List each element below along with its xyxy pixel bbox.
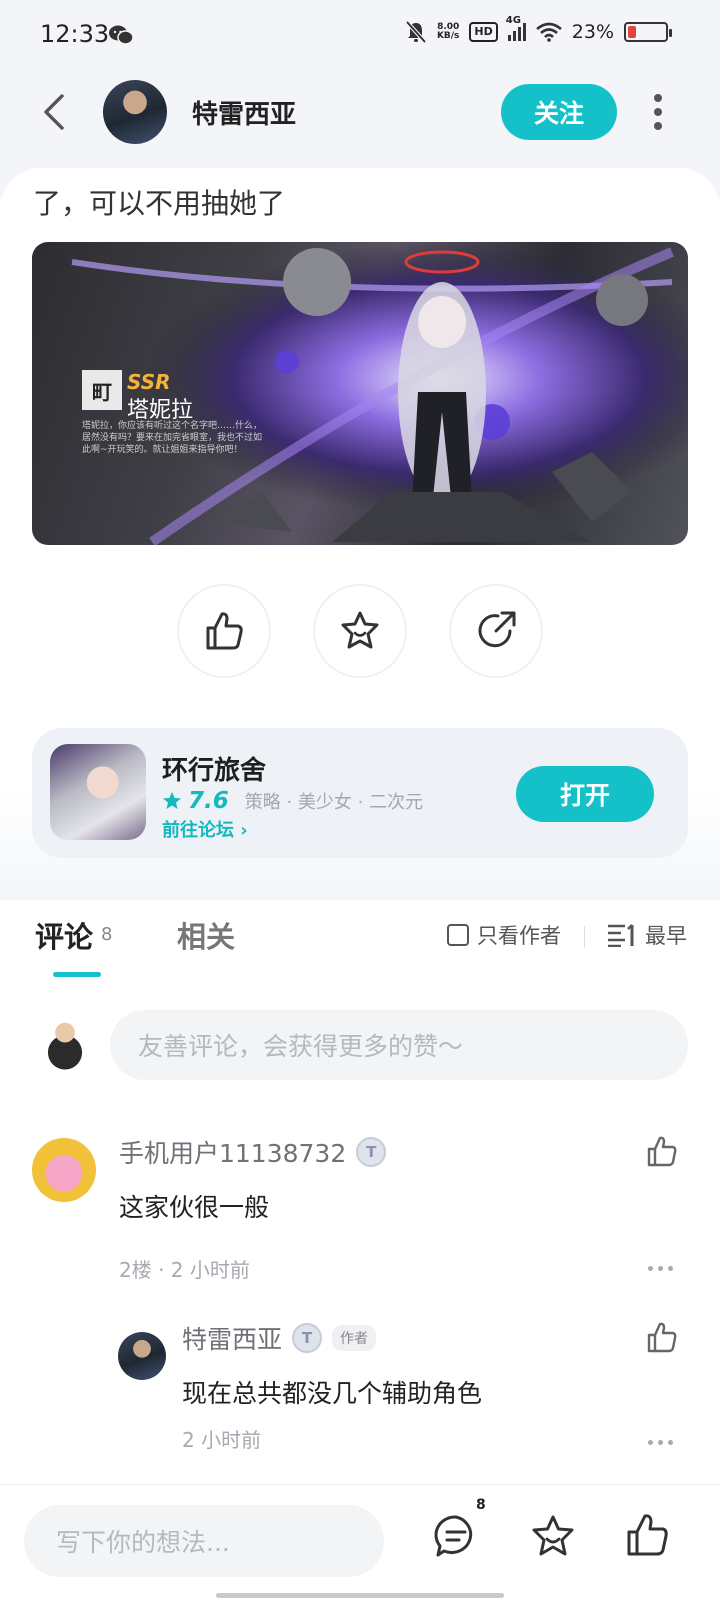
reply-like-icon[interactable] — [645, 1320, 679, 1354]
comment-count: 8 — [101, 924, 113, 945]
sort-icon — [608, 924, 634, 947]
game-score: 7.6 — [188, 788, 229, 814]
reply-avatar[interactable] — [118, 1332, 166, 1380]
share-icon — [478, 611, 516, 648]
home-indicator[interactable] — [216, 1593, 504, 1598]
level-badge-icon: T — [356, 1137, 387, 1167]
bottom-comment-input[interactable]: 写下你的想法... — [24, 1505, 384, 1577]
status-bar: 12:33 8.00 KB/s HD 4G 23% — [0, 0, 720, 72]
signal-label: 4G — [505, 15, 521, 26]
comment-input[interactable]: 友善评论，会获得更多的赞～ — [110, 1010, 688, 1080]
comments-section: 评论 8 相关 只看作者 最早 友善评论，会获得更多的赞～ 手机用户111387… — [0, 900, 720, 1484]
sort-button[interactable]: 最早 — [607, 920, 687, 950]
forum-link[interactable]: 前往论坛 › — [162, 816, 248, 842]
bottom-comment-count: 8 — [476, 1497, 486, 1513]
status-icons: 8.00 KB/s HD 4G 23% — [405, 15, 672, 44]
rating-star-icon — [163, 792, 181, 809]
commenter-name[interactable]: 手机用户11138732 — [119, 1134, 346, 1170]
back-arrow-icon[interactable] — [38, 90, 72, 134]
author-avatar[interactable] — [103, 80, 167, 144]
battery-fill — [628, 26, 636, 38]
net-speed-unit: KB/s — [436, 31, 460, 41]
divider — [584, 926, 585, 948]
rarity-label: SSR — [127, 370, 171, 394]
comment-text[interactable]: 这家伙很一般 — [119, 1188, 269, 1224]
character-description: 塔妮拉，你应该有听过这个名字吧……什么，居然没有吗？要来在加完省眼室，我也不过如… — [82, 421, 263, 455]
level-badge-icon: T — [292, 1323, 323, 1353]
favorite-button[interactable] — [313, 584, 407, 678]
chevron-right-icon: › — [240, 820, 248, 841]
battery-icon — [624, 22, 672, 42]
favorite-icon — [341, 611, 379, 649]
like-icon — [206, 612, 243, 650]
tab-comments[interactable]: 评论 — [35, 914, 93, 956]
commenter-avatar[interactable] — [32, 1138, 96, 1202]
game-card[interactable]: 环行旅舍 7.6 策略 · 美少女 · 二次元 前往论坛 › 打开 — [32, 728, 688, 858]
comment-meta: 2楼 · 2 小时前 — [119, 1258, 250, 1282]
author-name[interactable]: 特雷西亚 — [192, 94, 296, 131]
my-avatar — [34, 1014, 96, 1076]
character-badge: 町 — [82, 370, 122, 410]
wifi-icon — [535, 22, 562, 42]
game-icon[interactable] — [50, 744, 146, 840]
comment-like-icon[interactable] — [645, 1134, 679, 1168]
battery-percent: 23% — [571, 21, 614, 43]
author-tag: 作者 — [332, 1325, 377, 1351]
comment-bubble-icon[interactable] — [433, 1513, 479, 1559]
game-tags: 策略 · 美少女 · 二次元 — [244, 792, 424, 813]
post-card: 了，可以不用抽她了 町 SSR 塔妮拉 塔妮拉，你应该有听过这个名字吧……什么，… — [0, 168, 720, 898]
commenter-name-row: 手机用户11138732 T — [119, 1134, 387, 1170]
active-tab-indicator — [53, 972, 101, 977]
reply-meta: 2 小时前 — [182, 1428, 262, 1452]
comment-more-icon[interactable] — [648, 1266, 673, 1271]
status-time: 12:33 — [40, 20, 110, 48]
mute-icon — [405, 20, 427, 44]
bottom-favorite-icon[interactable] — [529, 1513, 577, 1561]
more-options-icon[interactable] — [646, 94, 670, 130]
reply-name-row: 特雷西亚 T 作者 — [182, 1320, 377, 1356]
tab-related[interactable]: 相关 — [177, 914, 235, 956]
only-author-label: 只看作者 — [477, 924, 561, 948]
post-header: 特雷西亚 关注 — [0, 72, 720, 162]
bottom-bar: 写下你的想法... 8 — [0, 1484, 720, 1600]
sort-label: 最早 — [645, 924, 687, 948]
reply-author-name[interactable]: 特雷西亚 — [182, 1320, 282, 1356]
checkbox-icon[interactable] — [447, 924, 469, 946]
like-button[interactable] — [177, 584, 271, 678]
reply-more-icon[interactable] — [648, 1440, 673, 1445]
wechat-icon — [109, 25, 134, 45]
signal-icon: 4G — [506, 15, 526, 41]
follow-button[interactable]: 关注 — [501, 84, 617, 140]
open-game-button[interactable]: 打开 — [516, 766, 654, 822]
share-button[interactable] — [449, 584, 543, 678]
game-name[interactable]: 环行旅舍 — [162, 750, 266, 787]
post-text: 了，可以不用抽她了 — [33, 187, 286, 220]
hd-icon: HD — [469, 22, 498, 42]
only-author-toggle[interactable]: 只看作者 — [447, 920, 561, 950]
game-rating: 7.6 策略 · 美少女 · 二次元 — [162, 788, 423, 814]
bottom-like-icon[interactable] — [623, 1511, 671, 1559]
forum-link-label: 前往论坛 — [162, 820, 234, 841]
reply-text[interactable]: 现在总共都没几个辅助角色 — [182, 1374, 482, 1410]
net-speed: 8.00 KB/s — [437, 23, 459, 41]
post-image[interactable]: 町 SSR 塔妮拉 塔妮拉，你应该有听过这个名字吧……什么，居然没有吗？要来在加… — [32, 242, 688, 545]
